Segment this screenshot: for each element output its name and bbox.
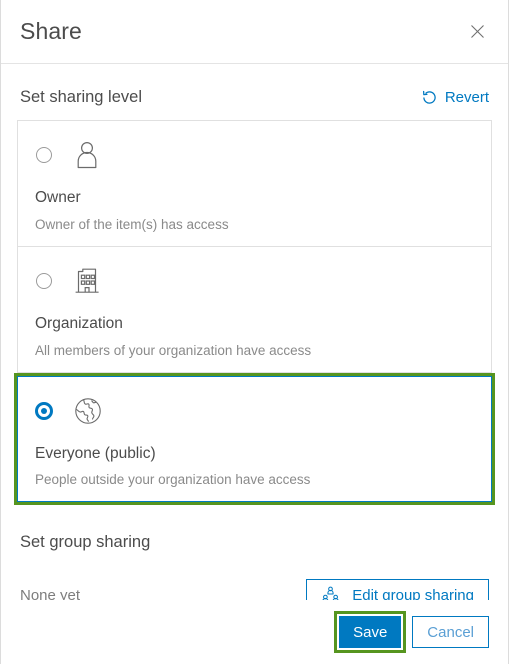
building-icon	[70, 264, 104, 298]
save-button-highlight: Save	[334, 611, 407, 653]
revert-button[interactable]: Revert	[421, 89, 489, 106]
edit-group-sharing-label: Edit group sharing	[352, 586, 474, 600]
option-description: All members of your organization have ac…	[35, 342, 312, 358]
sharing-option-everyone-wrap: Everyone (public) People outside your or…	[14, 372, 495, 506]
group-sharing-title: Set group sharing	[20, 533, 151, 552]
option-header-row	[34, 261, 475, 301]
save-button[interactable]: Save	[339, 616, 402, 648]
option-header-row	[34, 391, 475, 431]
page-title: Share	[20, 18, 82, 44]
sharing-option-owner[interactable]: Owner Owner of the item(s) has access	[17, 120, 492, 247]
radio-owner[interactable]	[36, 147, 52, 164]
option-description: Owner of the item(s) has access	[35, 216, 229, 232]
close-icon[interactable]	[464, 19, 490, 45]
option-label: Owner	[35, 189, 81, 207]
sharing-level-title: Set sharing level	[20, 88, 142, 106]
dialog-header: Share	[1, 0, 508, 64]
dialog-footer: Save Cancel	[1, 600, 508, 664]
revert-label: Revert	[444, 88, 489, 106]
group-sharing-row: None yet Edit group sharing	[20, 578, 489, 600]
dialog-body: Set sharing level Revert Owner Owner of …	[1, 64, 508, 600]
sharing-option-organization-wrap: Organization All members of your organiz…	[17, 245, 492, 373]
radio-organization[interactable]	[36, 272, 52, 289]
group-people-icon	[321, 586, 340, 600]
option-header-row	[34, 135, 475, 175]
sharing-option-everyone[interactable]: Everyone (public) People outside your or…	[17, 375, 492, 503]
person-icon	[70, 138, 104, 172]
radio-everyone[interactable]	[35, 401, 53, 420]
revert-icon	[421, 89, 438, 106]
group-sharing-empty-text: None yet	[20, 586, 81, 600]
sharing-option-organization[interactable]: Organization All members of your organiz…	[17, 245, 492, 373]
group-sharing-section: Set group sharing None yet Edit group sh…	[1, 505, 508, 600]
option-label: Organization	[35, 314, 123, 332]
globe-icon	[71, 394, 105, 428]
sharing-level-options: Owner Owner of the item(s) has access Or…	[1, 120, 508, 506]
edit-group-sharing-button[interactable]: Edit group sharing	[306, 578, 489, 600]
sharing-option-owner-wrap: Owner Owner of the item(s) has access	[17, 120, 492, 247]
sharing-level-header: Set sharing level Revert	[1, 64, 508, 120]
cancel-button[interactable]: Cancel	[412, 616, 489, 648]
option-label: Everyone (public)	[35, 444, 156, 462]
option-description: People outside your organization have ac…	[35, 472, 311, 488]
share-dialog: Share Set sharing level Revert Owner Own…	[0, 0, 509, 664]
